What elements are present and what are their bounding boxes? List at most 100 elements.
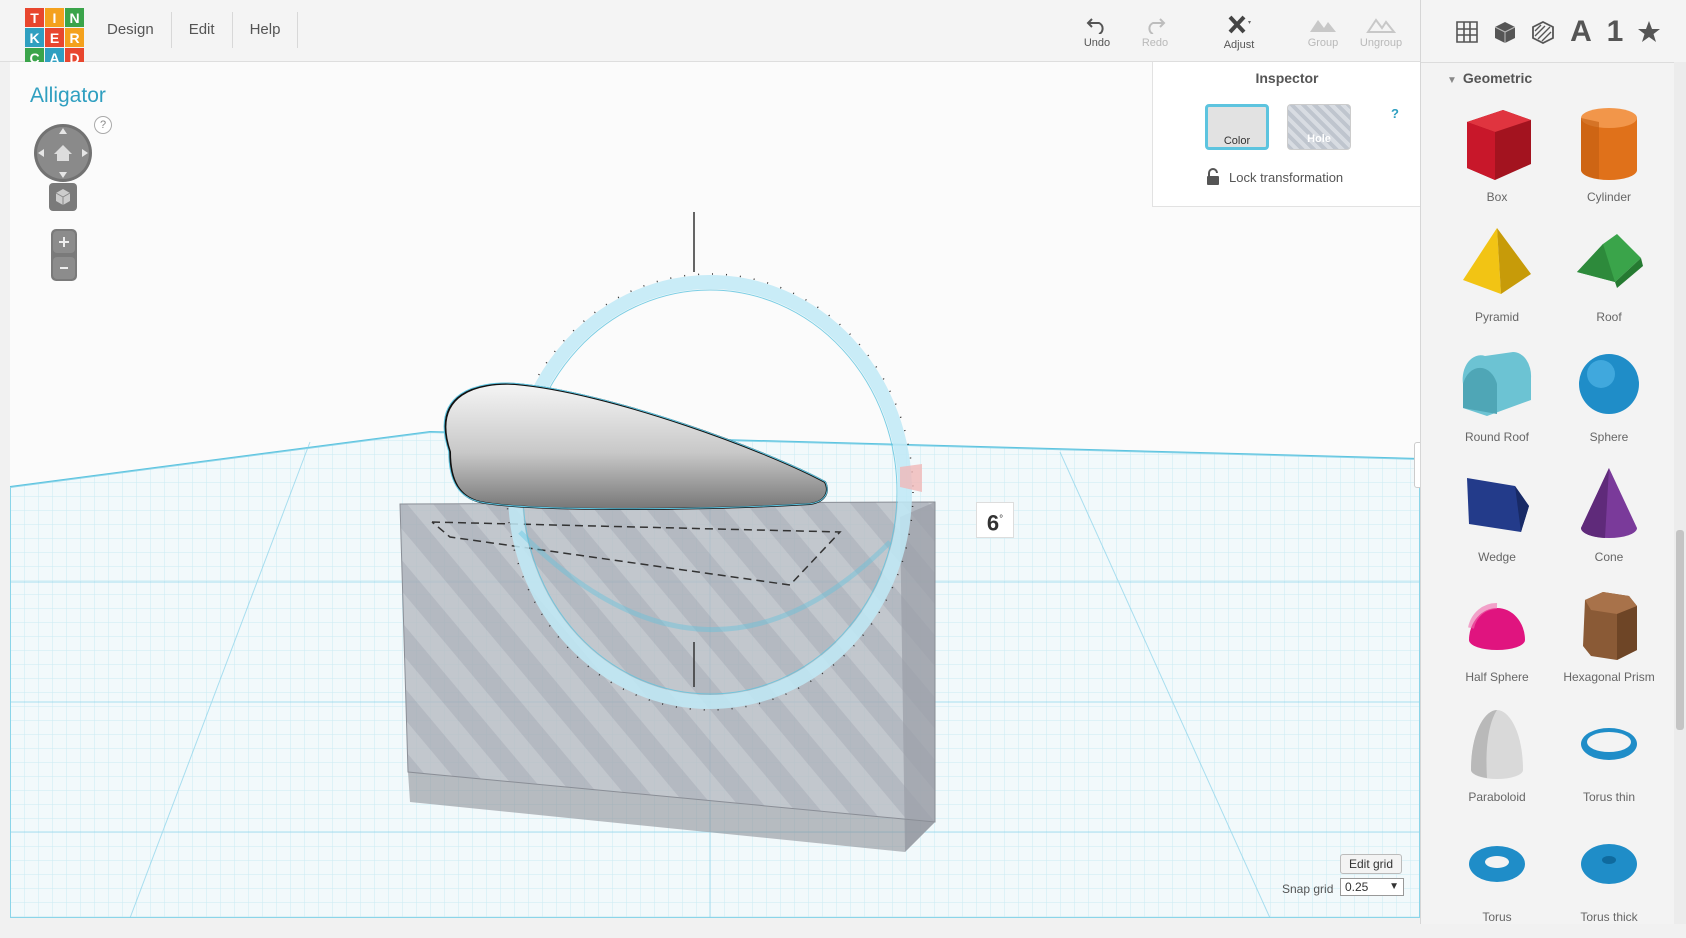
paraboloid-shape-icon bbox=[1471, 710, 1523, 779]
grid-icon bbox=[1456, 21, 1478, 43]
box-shape-icon bbox=[1467, 110, 1531, 180]
category-label: Geometric bbox=[1462, 70, 1533, 86]
group-button[interactable]: Group bbox=[1293, 14, 1353, 49]
solid-shapes-tab[interactable] bbox=[1489, 16, 1521, 48]
torus-thick-shape-icon bbox=[1581, 844, 1637, 884]
shape-cone[interactable]: Cone bbox=[1553, 458, 1665, 578]
undo-button[interactable]: Undo bbox=[1067, 14, 1127, 49]
number-shapes-tab[interactable]: 1 bbox=[1599, 15, 1631, 48]
logo-letter: I bbox=[45, 8, 64, 27]
shape-label: Hexagonal Prism bbox=[1563, 670, 1655, 684]
lock-icon bbox=[1207, 168, 1219, 185]
view-help-icon[interactable]: ? bbox=[94, 116, 112, 134]
view-orbit-control[interactable] bbox=[32, 122, 94, 184]
shape-label: Box bbox=[1486, 190, 1508, 204]
shape-label: Sphere bbox=[1589, 430, 1629, 444]
color-swatch-button[interactable]: Color bbox=[1205, 104, 1269, 150]
lock-transformation-toggle[interactable]: Lock transformation bbox=[1205, 168, 1343, 186]
shape-torus-thin[interactable]: Torus thin bbox=[1553, 698, 1665, 818]
logo-letter: K bbox=[25, 28, 44, 47]
redo-button[interactable]: Redo bbox=[1125, 14, 1185, 49]
shape-wedge[interactable]: Wedge bbox=[1441, 458, 1553, 578]
ungroup-button[interactable]: Ungroup bbox=[1351, 14, 1411, 49]
redo-icon bbox=[1148, 18, 1166, 34]
ungroup-label: Ungroup bbox=[1359, 37, 1403, 49]
sphere-shape-icon bbox=[1579, 354, 1639, 414]
menu-design[interactable]: Design bbox=[90, 12, 172, 48]
shape-torus[interactable]: Torus bbox=[1441, 818, 1553, 938]
logo-letter: T bbox=[25, 8, 44, 27]
wedge-shape-icon bbox=[1467, 478, 1529, 532]
cone-shape-icon bbox=[1580, 468, 1637, 538]
shape-label: Round Roof bbox=[1464, 430, 1530, 444]
hole-shapes-tab[interactable] bbox=[1527, 16, 1559, 48]
torus-thin-shape-icon bbox=[1581, 728, 1637, 760]
shape-sphere[interactable]: Sphere bbox=[1553, 338, 1665, 458]
shape-label: Roof bbox=[1596, 310, 1622, 324]
group-label: Group bbox=[1307, 37, 1339, 49]
shape-cylinder[interactable]: Cylinder bbox=[1553, 98, 1665, 218]
panel-toolbar: A 1 bbox=[1421, 0, 1686, 63]
inspector-title: Inspector bbox=[1255, 70, 1319, 86]
geometric-category-header[interactable]: ▼ Geometric bbox=[1447, 70, 1532, 86]
logo-letter: N bbox=[65, 8, 84, 27]
shape-torus-thick[interactable]: Torus thick bbox=[1553, 818, 1665, 938]
logo-letter: E bbox=[45, 28, 64, 47]
undo-label: Undo bbox=[1083, 37, 1111, 49]
shape-box[interactable]: Box bbox=[1441, 98, 1553, 218]
hole-swatch-button[interactable]: Hole bbox=[1287, 104, 1351, 150]
shape-label: Paraboloid bbox=[1468, 790, 1526, 804]
snap-grid-label: Snap grid bbox=[1282, 882, 1334, 896]
inspector-help-icon[interactable]: ? bbox=[1391, 106, 1399, 121]
edit-grid-button[interactable]: Edit grid bbox=[1340, 854, 1403, 874]
menu-help[interactable]: Help bbox=[233, 12, 299, 48]
lock-transformation-label: Lock transformation bbox=[1229, 169, 1344, 185]
main-menu: Design Edit Help bbox=[90, 12, 299, 48]
shape-label: Torus thin bbox=[1582, 790, 1636, 804]
shape-hexagonal-prism[interactable]: Hexagonal Prism bbox=[1553, 578, 1665, 698]
panel-scrollbar-thumb[interactable] bbox=[1676, 530, 1684, 730]
group-icon bbox=[1310, 20, 1336, 32]
dropdown-arrow-icon: ▼ bbox=[1389, 881, 1399, 892]
round-roof-shape-icon bbox=[1462, 351, 1532, 416]
half-sphere-shape-icon bbox=[1468, 603, 1525, 650]
ungroup-icon bbox=[1366, 18, 1396, 33]
shape-paraboloid[interactable]: Paraboloid bbox=[1441, 698, 1553, 818]
zoom-control[interactable] bbox=[51, 229, 77, 281]
panel-scrollbar[interactable] bbox=[1674, 62, 1686, 924]
shape-label: Wedge bbox=[1478, 550, 1516, 564]
rotation-angle-unit: ° bbox=[999, 514, 1004, 525]
shape-library-grid: Box Cylinder Pyramid Roof Round Roof Sph… bbox=[1441, 98, 1671, 938]
view-cube-icon[interactable] bbox=[49, 183, 77, 211]
collapse-caret-icon: ▼ bbox=[1447, 75, 1457, 86]
hatched-cube-icon bbox=[1532, 20, 1554, 45]
rotation-angle-readout[interactable]: 6° bbox=[976, 502, 1014, 538]
star-icon bbox=[1638, 21, 1660, 42]
menu-edit[interactable]: Edit bbox=[172, 12, 233, 48]
redo-label: Redo bbox=[1141, 37, 1169, 49]
shape-label: Half Sphere bbox=[1465, 670, 1529, 684]
shape-round-roof[interactable]: Round Roof bbox=[1441, 338, 1553, 458]
solid-cube-icon bbox=[1494, 22, 1516, 43]
shape-label: Cylinder bbox=[1586, 190, 1631, 204]
shape-half-sphere[interactable]: Half Sphere bbox=[1441, 578, 1553, 698]
torus-shape-icon bbox=[1469, 846, 1525, 882]
hexagonal-prism-shape-icon bbox=[1583, 592, 1637, 660]
adjust-button[interactable]: Adjust bbox=[1209, 14, 1269, 51]
snap-grid-select[interactable]: 0.25 ▼ bbox=[1340, 878, 1404, 896]
grid-shapes-tab[interactable] bbox=[1451, 16, 1483, 48]
hole-box[interactable] bbox=[399, 501, 936, 852]
text-shapes-tab[interactable]: A bbox=[1565, 15, 1597, 48]
favorites-tab[interactable] bbox=[1633, 16, 1665, 48]
shape-label: Pyramid bbox=[1474, 310, 1519, 324]
undo-icon bbox=[1086, 18, 1104, 34]
top-bar: T I N K E R C A D Design Edit Help Undo … bbox=[0, 0, 1430, 67]
pyramid-shape-icon bbox=[1463, 228, 1531, 294]
tinkercad-logo[interactable]: T I N K E R C A D bbox=[25, 8, 85, 68]
shape-label: Torus thick bbox=[1580, 910, 1638, 924]
roof-shape-icon bbox=[1577, 234, 1643, 288]
shape-pyramid[interactable]: Pyramid bbox=[1441, 218, 1553, 338]
logo-letter: R bbox=[65, 28, 84, 47]
shape-roof[interactable]: Roof bbox=[1553, 218, 1665, 338]
design-title[interactable]: Alligator bbox=[30, 84, 106, 108]
